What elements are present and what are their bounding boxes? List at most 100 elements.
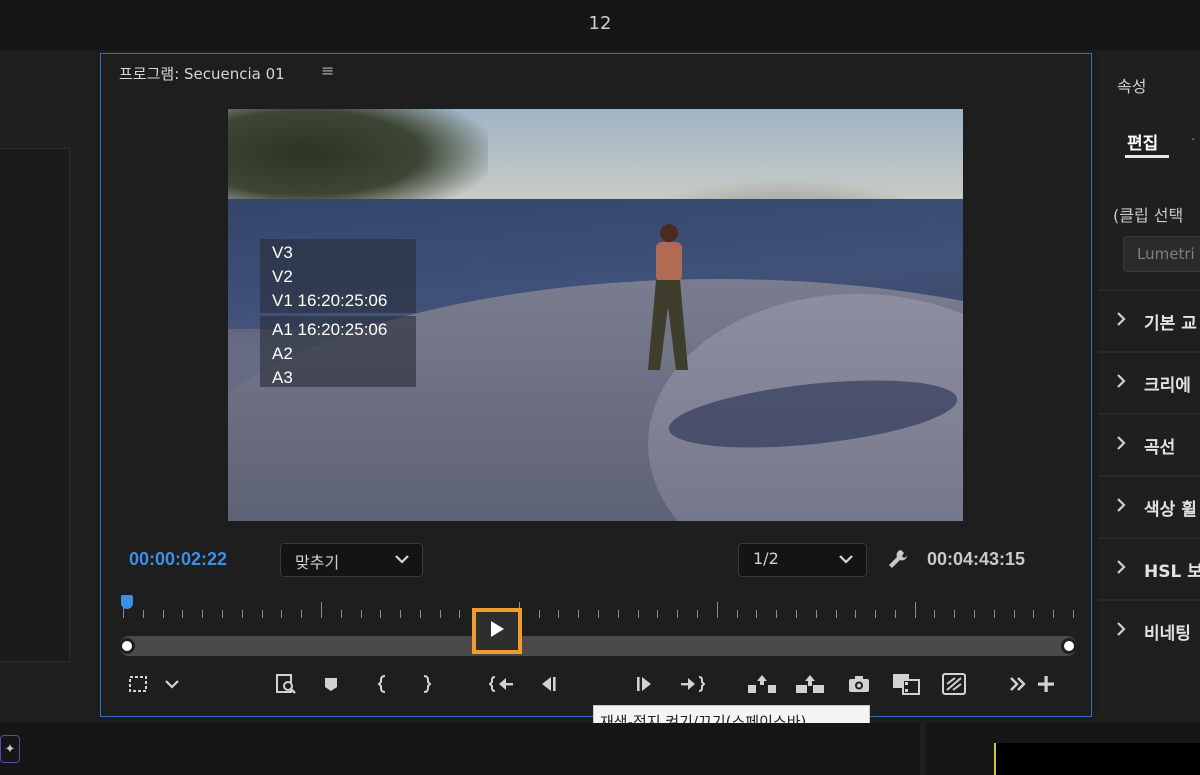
overlay-track-v2: V2 <box>272 267 293 286</box>
transport-controls <box>101 664 1091 704</box>
ruler-tick <box>341 610 342 618</box>
properties-panel: 속성 편집 · (클립 선택 Lumetri 기본 교 크리에 곡선 색상 휠 … <box>1099 52 1200 718</box>
section-label: HSL 보 <box>1144 562 1200 582</box>
ruler-tick <box>578 610 579 618</box>
skater-head <box>660 224 678 242</box>
ruler-tick <box>281 610 282 618</box>
section-label: 기본 교 <box>1144 314 1197 334</box>
ruler-tick <box>222 610 223 618</box>
ruler-tick <box>677 610 678 618</box>
ruler-tick <box>618 610 619 618</box>
resolution-dropdown-value: 1/2 <box>753 549 779 568</box>
section-hsl[interactable]: HSL 보 <box>1099 537 1200 599</box>
resolution-dropdown[interactable]: 1/2 <box>738 543 867 577</box>
more-icon[interactable] <box>1003 672 1033 696</box>
ruler-tick <box>321 602 322 618</box>
chevron-right-icon <box>1115 558 1127 580</box>
overlay-track-a1: A1 16:20:25:06 <box>272 320 388 339</box>
step-forward-icon[interactable] <box>629 672 659 696</box>
section-basic[interactable]: 기본 교 <box>1099 289 1200 351</box>
playhead-handle[interactable] <box>121 595 133 609</box>
timeline-panel-area <box>926 723 1200 775</box>
hamburger-menu-icon[interactable]: ≡ <box>321 61 334 80</box>
chevron-right-icon <box>1115 434 1127 456</box>
ruler-tick <box>1073 610 1074 618</box>
duration-timecode: 00:04:43:15 <box>927 549 1026 569</box>
ruler-tick <box>361 610 362 618</box>
chevron-right-icon <box>1115 496 1127 518</box>
marker-icon[interactable] <box>316 672 346 696</box>
overlay-track-v3: V3 <box>272 243 293 262</box>
source-panel: ♪ <box>0 52 95 746</box>
section-color-wheels[interactable]: 색상 휠 <box>1099 475 1200 537</box>
export-frame-icon[interactable] <box>844 672 874 696</box>
scrollbar-left-handle[interactable] <box>119 638 135 654</box>
chevron-down-icon[interactable] <box>157 672 187 696</box>
section-label: 비네팅 <box>1144 624 1191 644</box>
video-preview[interactable]: V3 V2 V1 16:20:25:06 A1 16:20:25:06 A2 A… <box>228 109 963 521</box>
tab-edit[interactable]: 편집 <box>1127 129 1158 154</box>
chevron-right-icon <box>1115 310 1127 332</box>
ruler-tick <box>954 610 955 618</box>
ruler-tick <box>638 610 639 618</box>
add-icon[interactable] <box>1031 672 1061 696</box>
overlay-track-v1: V1 16:20:25:06 <box>272 291 388 310</box>
lumetri-button[interactable]: Lumetri <box>1123 236 1200 272</box>
go-to-out-icon[interactable] <box>677 672 707 696</box>
ruler-tick <box>717 602 718 618</box>
overlay-track-a3: A3 <box>272 368 293 387</box>
ruler-tick <box>875 610 876 618</box>
play-button[interactable] <box>476 612 518 650</box>
ruler-tick <box>994 610 995 618</box>
properties-title: 속성 <box>1117 77 1147 96</box>
ruler-tick <box>855 610 856 618</box>
ruler-tick <box>400 610 401 618</box>
overlay-track-a2: A2 <box>272 344 293 363</box>
video-tracks-overlay: V3 V2 V1 16:20:25:06 <box>260 239 416 313</box>
app-title-bar: 12 <box>0 0 1200 50</box>
mark-out-icon[interactable] <box>411 672 441 696</box>
scrollbar-right-handle[interactable] <box>1061 638 1077 654</box>
chevron-right-icon <box>1115 620 1127 642</box>
program-monitor-panel: 프로그램: Secuencia 01 ≡ V3 V2 V1 16:20:25:0… <box>100 53 1092 717</box>
ruler-tick <box>202 610 203 618</box>
timeline-sequence-preview <box>994 743 1200 775</box>
zoom-scrollbar[interactable] <box>119 636 1077 656</box>
chevron-right-icon <box>1115 372 1127 394</box>
section-label: 곡선 <box>1144 438 1176 458</box>
ruler-tick <box>163 610 164 618</box>
ruler-tick <box>756 610 757 618</box>
fit-dropdown[interactable]: 맞추기 <box>280 543 423 577</box>
chevron-down-icon <box>394 547 410 575</box>
step-back-icon[interactable] <box>534 672 564 696</box>
time-ruler[interactable] <box>123 594 1074 618</box>
panel-title: 프로그램: Secuencia 01 <box>119 65 285 83</box>
lift-icon[interactable] <box>747 672 777 696</box>
mark-in-icon[interactable] <box>368 672 398 696</box>
zoom-frame-icon[interactable] <box>271 672 301 696</box>
ruler-tick <box>262 610 263 618</box>
wrench-settings-icon[interactable] <box>887 548 909 575</box>
ruler-tick <box>1053 610 1054 618</box>
ruler-tick <box>242 610 243 618</box>
window-title: 12 <box>588 13 612 34</box>
section-label: 크리에 <box>1144 376 1191 396</box>
tab-next-edge[interactable]: · <box>1191 132 1195 148</box>
ruler-tick <box>796 610 797 618</box>
current-timecode[interactable]: 00:00:02:22 <box>129 549 227 570</box>
extract-icon[interactable] <box>795 672 825 696</box>
section-curves[interactable]: 곡선 <box>1099 413 1200 475</box>
section-vignette[interactable]: 비네팅 <box>1099 599 1200 661</box>
overwrite-icon[interactable] <box>939 672 969 696</box>
safe-margins-icon[interactable] <box>123 672 153 696</box>
ruler-tick <box>440 610 441 618</box>
ruler-tick <box>558 610 559 618</box>
insert-icon[interactable] <box>891 672 921 696</box>
ruler-tick <box>539 610 540 618</box>
ruler-tick <box>598 610 599 618</box>
section-creative[interactable]: 크리에 <box>1099 351 1200 413</box>
ai-sparkle-icon[interactable]: ✦ <box>0 735 20 763</box>
go-to-in-icon[interactable] <box>487 672 517 696</box>
timeline-toolbar-area: ✦ <box>0 723 920 775</box>
clip-select-label: (클립 선택 <box>1113 206 1184 225</box>
